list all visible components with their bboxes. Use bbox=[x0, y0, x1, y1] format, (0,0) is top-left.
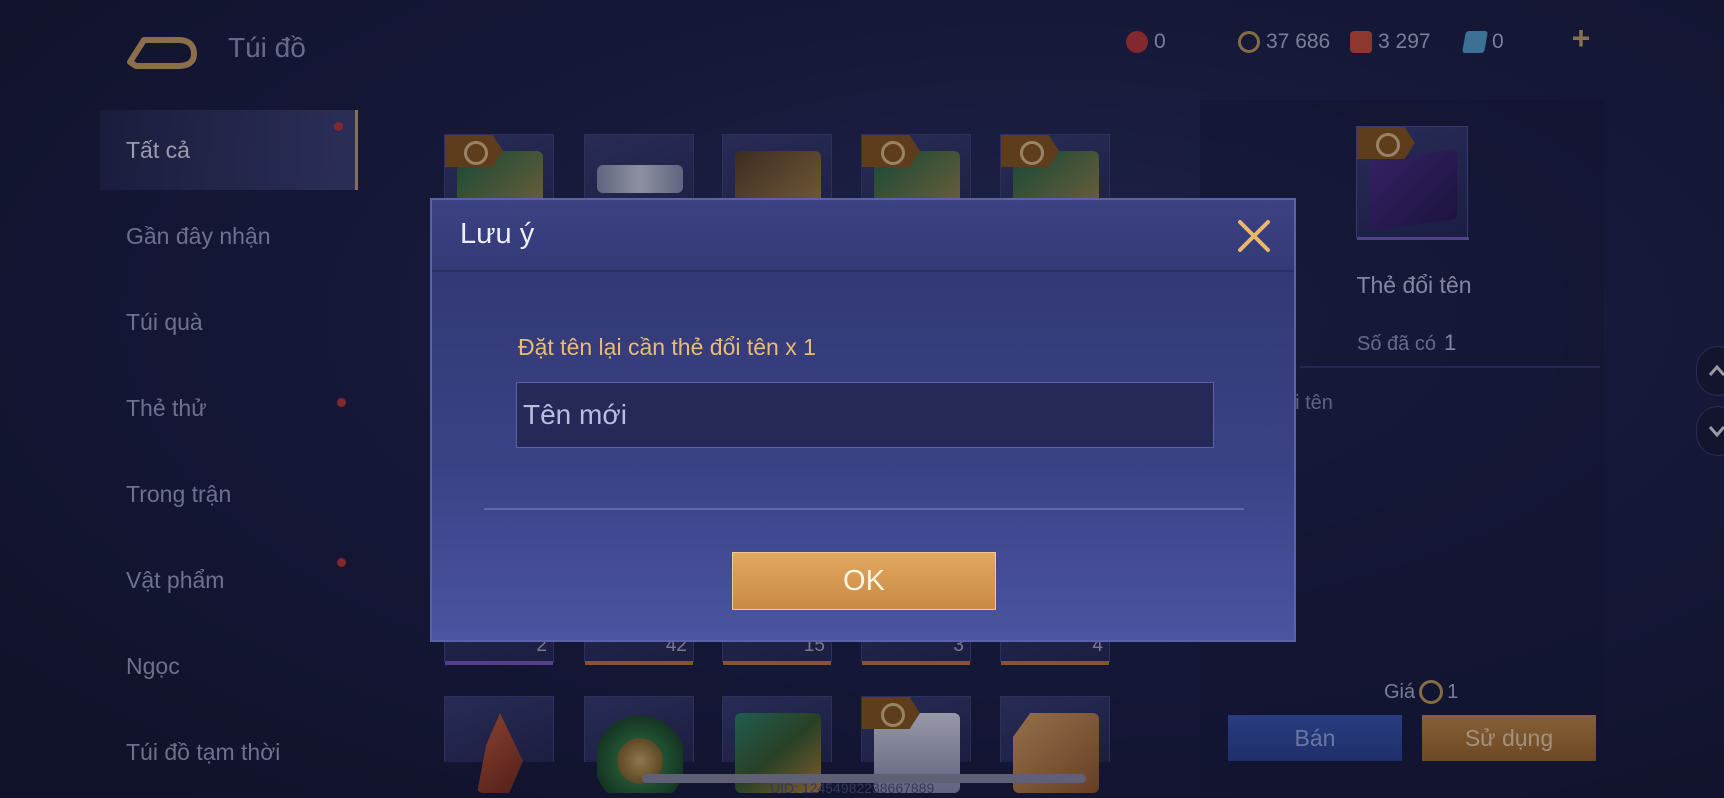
ok-button[interactable]: OK bbox=[732, 552, 996, 610]
dialog-title: Lưu ý bbox=[460, 218, 535, 250]
dialog-divider bbox=[484, 508, 1244, 510]
new-name-input[interactable] bbox=[516, 382, 1214, 448]
dialog-header: Lưu ý bbox=[432, 200, 1294, 272]
inventory-screen: Túi đồ 0 37 686 3 297 0 + Tất cả Gần đây… bbox=[0, 0, 1724, 798]
rename-dialog: Lưu ý Đặt tên lại cần thẻ đổi tên x 1 OK bbox=[430, 198, 1296, 642]
dialog-message: Đặt tên lại cần thẻ đổi tên x 1 bbox=[518, 334, 816, 360]
close-icon[interactable] bbox=[1232, 214, 1276, 258]
